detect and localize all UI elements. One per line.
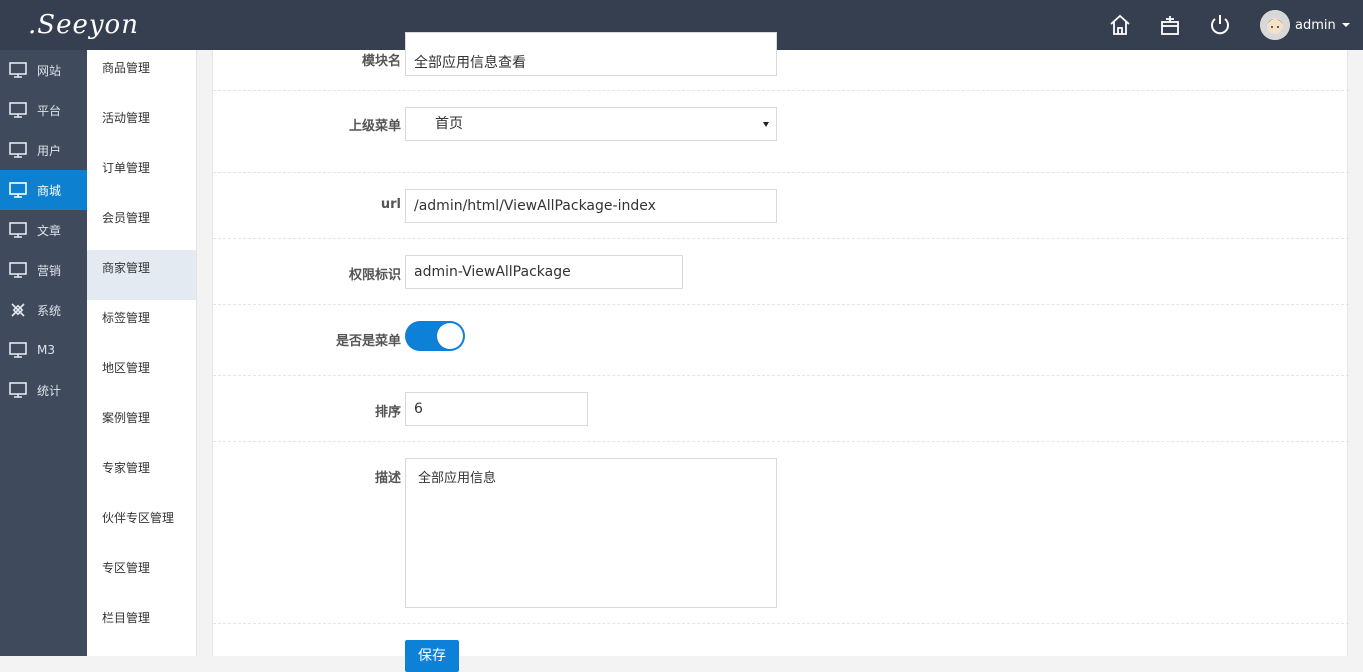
description-textarea[interactable]: 全部应用信息	[405, 458, 777, 608]
parent-menu-select[interactable]: 首页	[405, 107, 777, 141]
form-row-permission: 权限标识 admin-ViewAllPackage	[213, 239, 1349, 305]
sidebar-item-article[interactable]: 文章	[0, 210, 87, 250]
is-menu-label: 是否是菜单	[335, 334, 401, 349]
form-row-is-menu: 是否是菜单	[213, 305, 1349, 376]
subnav-item[interactable]: 活动管理	[87, 100, 196, 150]
form-row-url: url /admin/html/ViewAllPackage-index	[213, 173, 1349, 239]
sidebar-item-stats[interactable]: 统计	[0, 370, 87, 410]
sidebar-item-label: 统计	[37, 383, 62, 398]
module-name-input[interactable]: 全部应用信息查看	[405, 32, 777, 76]
subnav-item[interactable]: 专家管理	[87, 450, 196, 500]
monitor-icon	[9, 141, 27, 159]
sort-input[interactable]: 6	[405, 392, 588, 426]
home-icon[interactable]	[1107, 12, 1133, 38]
chevron-down-icon	[763, 122, 769, 127]
subnav-item[interactable]: 伙伴专区管理	[87, 500, 196, 550]
monitor-icon	[9, 261, 27, 279]
sidebar-item-label: 营销	[37, 263, 62, 278]
sidebar-item-website[interactable]: 网站	[0, 50, 87, 90]
parent-menu-label: 上级菜单	[348, 119, 401, 134]
sidebar-item-mall[interactable]: 商城	[0, 170, 87, 210]
monitor-icon	[9, 101, 27, 119]
toggle-knob	[437, 323, 463, 349]
monitor-icon	[9, 61, 27, 79]
secondary-sidebar: 商品管理 活动管理 订单管理 会员管理 商家管理 标签管理 地区管理 案例管理 …	[87, 50, 197, 656]
subnav-item[interactable]: 会员管理	[87, 200, 196, 250]
sidebar-item-system[interactable]: 系统	[0, 290, 87, 330]
sidebar-item-user[interactable]: 用户	[0, 130, 87, 170]
avatar	[1260, 10, 1290, 40]
form-row-module-name: 模块名 全部应用信息查看	[213, 32, 1349, 91]
sidebar-item-label: 系统	[37, 303, 62, 318]
logo: .Seeyon	[28, 10, 139, 40]
form-row-parent-menu: 上级菜单 首页	[213, 91, 1349, 173]
permission-label: 权限标识	[348, 268, 401, 283]
gear-icon	[9, 301, 27, 319]
monitor-icon	[9, 341, 27, 359]
sidebar-item-marketing[interactable]: 营销	[0, 250, 87, 290]
sidebar-item-label: M3	[37, 343, 55, 357]
sidebar-item-m3[interactable]: M3	[0, 330, 87, 370]
form-row-sort: 排序 6	[213, 376, 1349, 442]
sidebar-item-platform[interactable]: 平台	[0, 90, 87, 130]
subnav-item[interactable]: 订单管理	[87, 150, 196, 200]
user-name: admin	[1295, 17, 1336, 33]
chevron-down-icon	[1341, 23, 1350, 27]
monitor-icon	[9, 381, 27, 399]
save-button[interactable]: 保存	[405, 640, 459, 672]
subnav-item[interactable]: 地区管理	[87, 350, 196, 400]
module-name-label: 模块名	[361, 54, 401, 69]
sidebar-item-label: 网站	[37, 63, 62, 78]
is-menu-toggle[interactable]	[405, 321, 465, 351]
power-icon[interactable]	[1207, 12, 1233, 38]
permission-input[interactable]: admin-ViewAllPackage	[405, 255, 683, 289]
sidebar-item-label: 商城	[37, 183, 62, 198]
subnav-item[interactable]: 标签管理	[87, 300, 196, 350]
user-menu[interactable]: admin	[1260, 10, 1350, 40]
gift-icon[interactable]	[1157, 12, 1183, 38]
description-label: 描述	[374, 471, 401, 486]
subnav-item[interactable]: 栏目管理	[87, 600, 196, 650]
form-panel: 模块名 全部应用信息查看 上级菜单 首页 url /admin/html/Vie…	[212, 32, 1349, 672]
subnav-item[interactable]: 案例管理	[87, 400, 196, 450]
sidebar-item-label: 平台	[37, 103, 62, 118]
sidebar-item-label: 用户	[37, 143, 62, 158]
parent-menu-value: 首页	[435, 116, 463, 132]
subnav-item[interactable]: 商品管理	[87, 50, 196, 100]
subnav-item-active[interactable]: 商家管理	[87, 250, 196, 300]
form-row-description: 描述 全部应用信息	[213, 442, 1349, 624]
monitor-icon	[9, 181, 27, 199]
sidebar-item-label: 文章	[37, 223, 62, 238]
subnav-item[interactable]: 专区管理	[87, 550, 196, 600]
primary-sidebar: 网站 平台 用户 商城 文章 营销 系统 M3 统计	[0, 50, 87, 656]
url-label: url	[380, 197, 401, 212]
url-input[interactable]: /admin/html/ViewAllPackage-index	[405, 189, 777, 223]
monitor-icon	[9, 221, 27, 239]
sort-label: 排序	[374, 405, 401, 420]
